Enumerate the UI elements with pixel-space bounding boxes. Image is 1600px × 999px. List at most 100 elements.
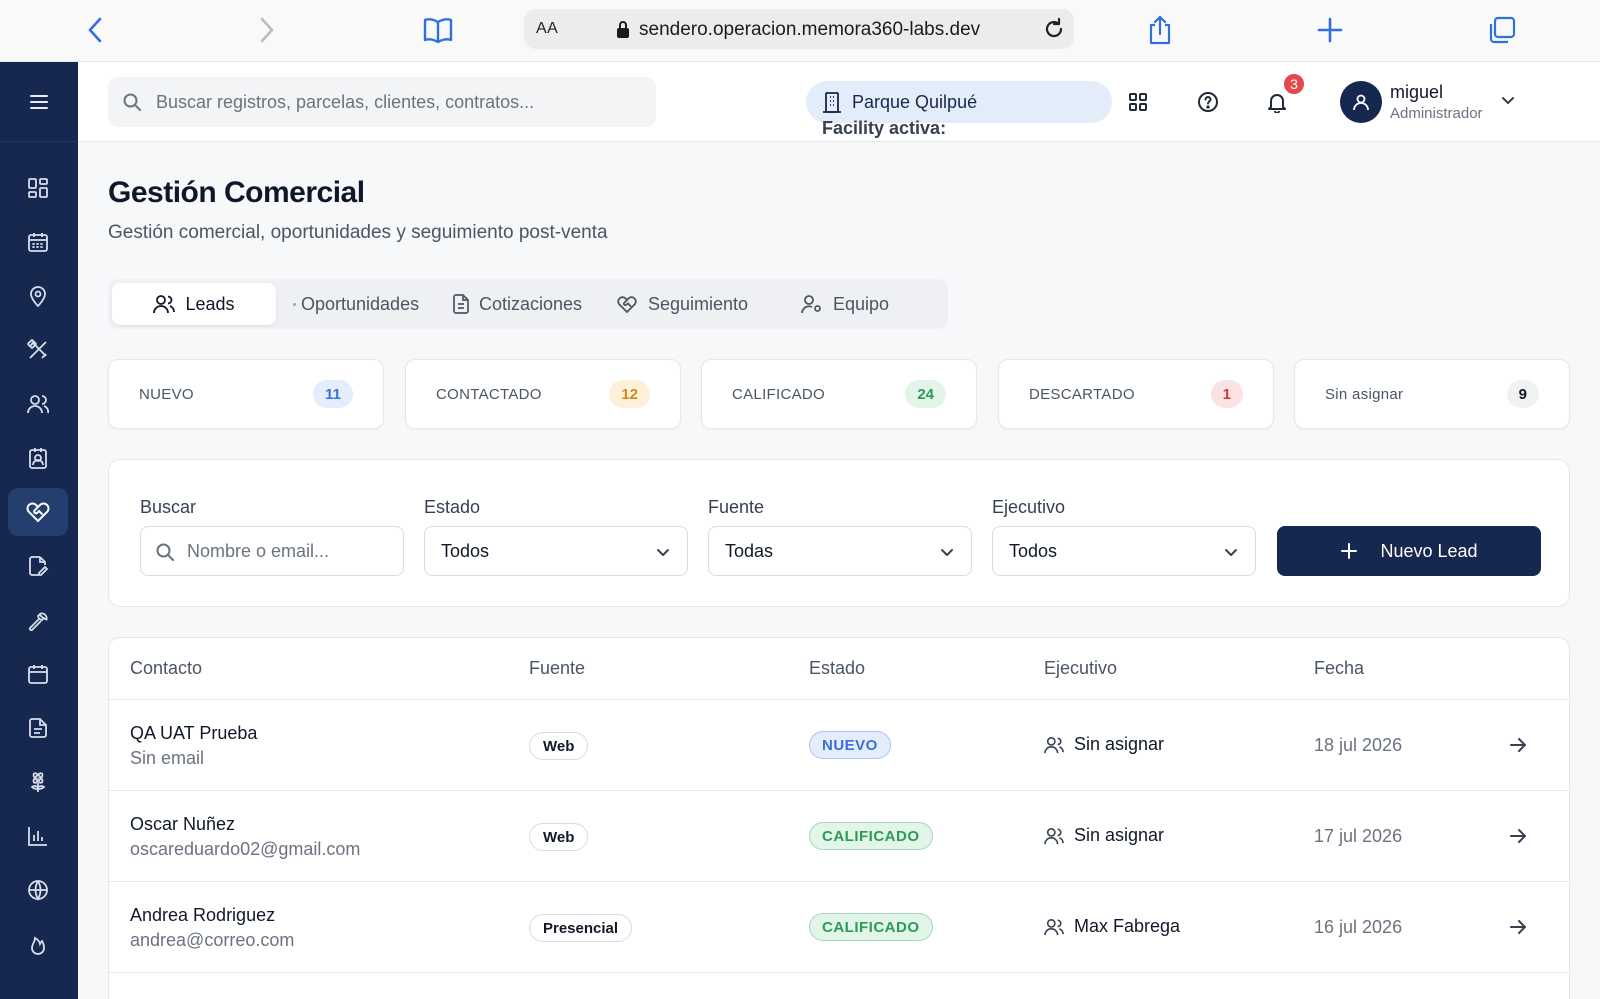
forward-icon[interactable] (248, 12, 284, 48)
globe-icon[interactable] (8, 866, 68, 914)
tab-oportunidades[interactable]: Oportunidades (301, 283, 419, 325)
bookmarks-icon[interactable] (420, 12, 456, 48)
arrow-right-icon[interactable] (1509, 918, 1527, 936)
edit-document-icon[interactable] (8, 542, 68, 590)
contact-email: oscareduardo02@gmail.com (130, 839, 361, 859)
apps-grid-icon[interactable] (1124, 88, 1152, 116)
lead-search-input[interactable] (187, 527, 397, 575)
users-icon (1044, 918, 1064, 936)
tab-leads[interactable]: Leads (112, 283, 276, 325)
ejecutivo-select-value: Todos (1009, 541, 1058, 561)
column-header: Estado (809, 658, 866, 678)
executive-name: Max Fabrega (1074, 916, 1181, 936)
global-search-input[interactable] (156, 77, 646, 127)
user-name[interactable]: miguel (1390, 82, 1443, 103)
tab-cotizaciones[interactable]: Cotizaciones (453, 283, 582, 325)
reader-mode-button[interactable]: AA (536, 20, 558, 38)
lead-search-field[interactable] (140, 526, 404, 576)
tab-label: Equipo (833, 293, 890, 314)
stat-label: CALIFICADO (732, 386, 826, 403)
menu-icon[interactable] (0, 62, 78, 142)
arrow-right-icon[interactable] (1509, 736, 1527, 754)
calendar-icon[interactable] (8, 218, 68, 266)
user-gear-icon (801, 294, 823, 314)
chevron-down-icon (939, 544, 955, 560)
estado-select[interactable]: Todos (424, 526, 688, 576)
search-filter-label: Buscar (140, 497, 197, 517)
document-icon[interactable] (8, 704, 68, 752)
stat-label: NUEVO (139, 386, 194, 403)
new-lead-button[interactable]: Nuevo Lead (1277, 526, 1541, 576)
contact-name: Oscar Nuñez (130, 814, 236, 834)
ejecutivo-select[interactable]: Todos (992, 526, 1256, 576)
chevron-down-icon[interactable] (1500, 92, 1516, 108)
facility-label: Facility activa: (822, 118, 947, 138)
plus-icon (1340, 542, 1358, 560)
new-tab-icon[interactable] (1312, 12, 1348, 48)
stat-card-contactado[interactable]: CONTACTADO 12 (405, 359, 681, 429)
flame-icon[interactable] (8, 920, 68, 968)
page-subtitle: Gestión comercial, oportunidades y segui… (108, 222, 608, 243)
dashboard-icon[interactable] (8, 164, 68, 212)
table-row[interactable]: Oscar Nuñez oscareduardo02@gmail.com Web… (109, 791, 1569, 882)
contact-card-icon[interactable] (8, 434, 68, 482)
tab-seguimiento[interactable]: Seguimiento (616, 283, 748, 325)
share-icon[interactable] (1142, 12, 1178, 48)
fuente-filter-label: Fuente (708, 497, 765, 517)
status-badge: CALIFICADO (809, 822, 933, 850)
stat-count-badge: 9 (1506, 380, 1539, 408)
users-icon[interactable] (8, 380, 68, 428)
stat-card-nuevo[interactable]: NUEVO 11 (108, 359, 384, 429)
tabs-overview-icon[interactable] (1484, 12, 1520, 48)
notification-badge: 3 (1282, 72, 1306, 96)
executive-cell: Max Fabrega (1044, 916, 1180, 937)
section-tabs: Leads Oportunidades Cotizaciones Seguimi… (108, 279, 948, 329)
tab-equipo[interactable]: Equipo (801, 283, 889, 325)
dot-icon (293, 303, 296, 306)
avatar[interactable] (1340, 81, 1382, 123)
back-icon[interactable] (78, 12, 114, 48)
facility-selector[interactable]: Facility activa: Parque Quilpué (806, 81, 1112, 138)
contact-name: Andrea Rodriguez (130, 905, 276, 925)
stat-card-calificado[interactable]: CALIFICADO 24 (701, 359, 977, 429)
table-row[interactable]: QA UAT Prueba Sin email Web NUEVO Sin as… (109, 700, 1569, 791)
map-pin-icon[interactable] (8, 272, 68, 320)
help-icon[interactable] (1194, 88, 1222, 116)
executive-name: Sin asignar (1074, 734, 1165, 754)
stat-card-descartado[interactable]: DESCARTADO 1 (998, 359, 1274, 429)
ejecutivo-filter-label: Ejecutivo (992, 497, 1066, 517)
column-header: Fuente (529, 658, 586, 678)
calendar-blank-icon[interactable] (8, 650, 68, 698)
sidebar (0, 62, 78, 999)
stat-count-badge: 1 (1210, 380, 1243, 408)
address-bar[interactable]: AA sendero.operacion.memora360-labs.dev (524, 9, 1074, 49)
fuente-select[interactable]: Todas (708, 526, 972, 576)
tools-icon[interactable] (8, 326, 68, 374)
global-search[interactable] (108, 77, 656, 127)
search-icon (122, 92, 142, 112)
heart-handshake-icon (616, 294, 638, 314)
stat-card-sin-asignar[interactable]: Sin asignar 9 (1294, 359, 1570, 429)
wrench-icon[interactable] (8, 596, 68, 644)
arrow-right-icon[interactable] (1509, 827, 1527, 845)
tab-label: Oportunidades (301, 293, 420, 314)
lock-icon (616, 20, 630, 38)
users-icon (153, 294, 176, 314)
building-icon (822, 91, 842, 113)
contact-name: QA UAT Prueba (130, 723, 258, 743)
stat-count-badge: 24 (905, 380, 946, 408)
flower-icon[interactable] (8, 758, 68, 806)
executive-cell: Sin asignar (1044, 734, 1164, 755)
commercial-handshake-icon[interactable] (8, 488, 68, 536)
stat-count-badge: 12 (609, 380, 650, 408)
chevron-down-icon (1223, 544, 1239, 560)
bar-chart-icon[interactable] (8, 812, 68, 860)
reload-icon[interactable] (1042, 17, 1066, 41)
table-row[interactable]: Andrea Rodriguez andrea@correo.com Prese… (109, 882, 1569, 973)
search-icon (155, 542, 175, 562)
stat-label: DESCARTADO (1029, 386, 1135, 403)
document-icon (453, 294, 469, 314)
fuente-select-value: Todas (725, 541, 774, 561)
user-role: Administrador (1390, 105, 1483, 122)
new-lead-label: Nuevo Lead (1380, 540, 1478, 561)
